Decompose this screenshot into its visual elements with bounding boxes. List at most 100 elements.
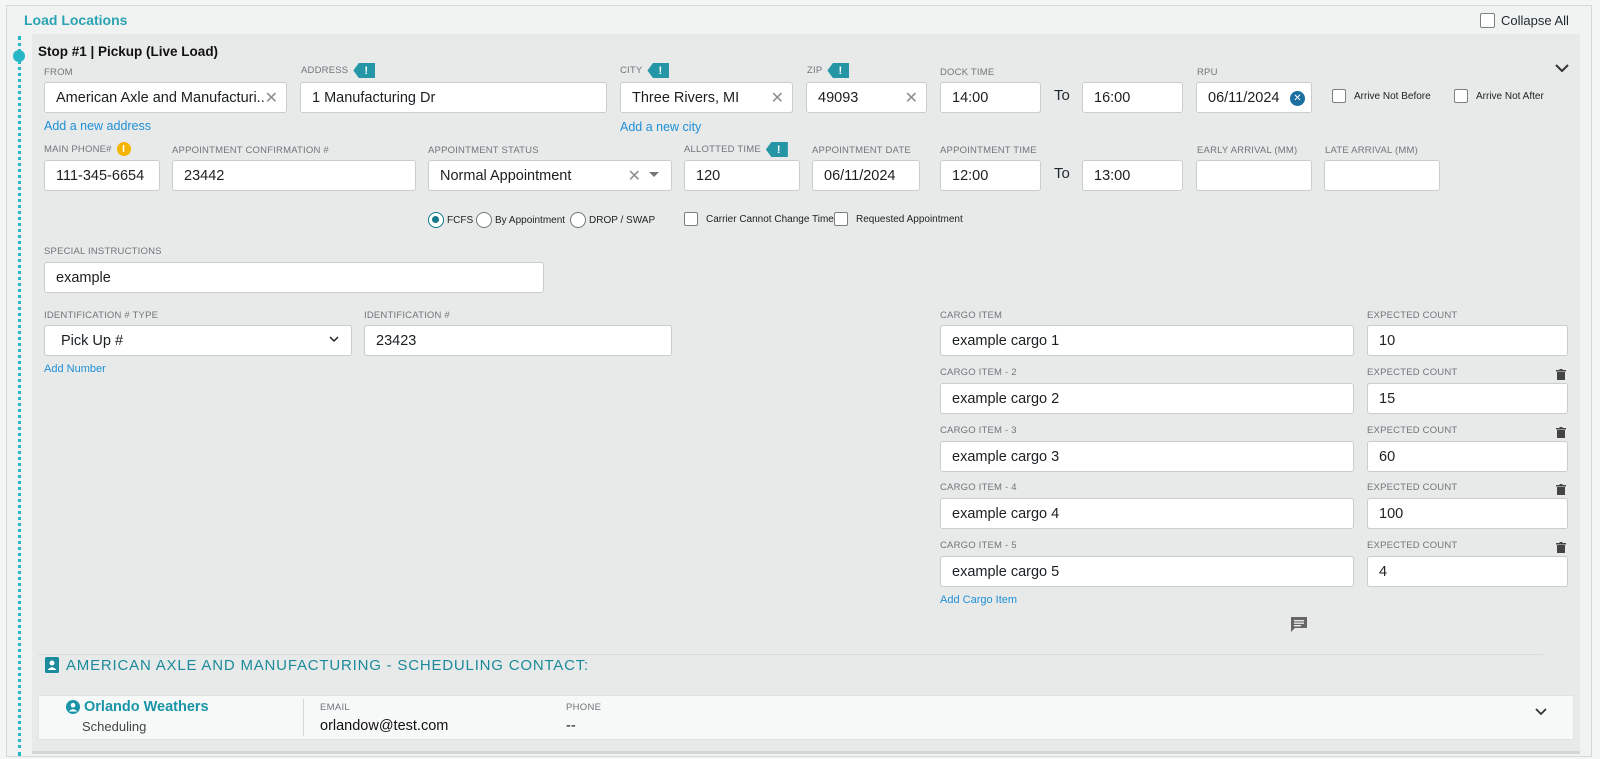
contact-card <box>38 695 1574 740</box>
trash-icon[interactable] <box>1556 369 1566 380</box>
allotted-time-field[interactable]: 120 <box>684 160 800 191</box>
section-title: Load Locations <box>24 12 128 28</box>
arrive-not-after-checkbox[interactable] <box>1454 89 1468 103</box>
email-label: EMAIL <box>320 702 351 713</box>
city-field[interactable]: Three Rivers, MI ✕ <box>620 82 793 113</box>
appt-status-select[interactable]: Normal Appointment ✕ <box>428 160 672 191</box>
early-arrival-field[interactable] <box>1196 160 1312 191</box>
appt-date-field[interactable]: 06/11/2024 <box>812 160 920 191</box>
appt-date-label: APPOINTMENT DATE <box>812 145 911 156</box>
from-label: FROM <box>44 67 73 78</box>
collapse-all-label: Collapse All <box>1501 13 1569 28</box>
requested-appointment-option[interactable]: Requested Appointment <box>834 212 963 226</box>
rpu-label: RPU <box>1197 67 1218 78</box>
exclamation-flag-icon: ! <box>827 63 850 78</box>
appt-time-to-label: To <box>1054 165 1070 182</box>
appt-time-from-field[interactable]: 12:00 <box>940 160 1041 191</box>
trash-icon[interactable] <box>1556 484 1566 495</box>
card-divider <box>303 699 304 736</box>
section-divider <box>38 654 1543 655</box>
identification-type-select[interactable]: Pick Up # <box>44 325 352 356</box>
info-icon[interactable]: i <box>116 142 131 156</box>
arrive-not-before-checkbox[interactable] <box>1332 89 1346 103</box>
contact-book-icon <box>45 657 59 673</box>
appt-status-label: APPOINTMENT STATUS <box>428 145 539 156</box>
exclamation-flag-icon: ! <box>765 142 788 157</box>
from-field[interactable]: American Axle and Manufacturi.. ✕ <box>44 82 287 113</box>
late-arrival-field[interactable] <box>1324 160 1440 191</box>
exclamation-flag-icon: ! <box>647 63 670 78</box>
carrier-cannot-change-option[interactable]: Carrier Cannot Change Time <box>684 212 834 226</box>
contact-header: AMERICAN AXLE AND MANUFACTURING - SCHEDU… <box>44 656 589 674</box>
contact-email: orlandow@test.com <box>320 718 449 734</box>
close-icon[interactable]: ✕ <box>1290 91 1305 106</box>
contact-name[interactable]: Orlando Weathers <box>66 699 209 715</box>
expected-count-field[interactable]: 15 <box>1367 383 1568 414</box>
radio-drop-swap[interactable] <box>570 212 586 228</box>
close-icon[interactable]: ✕ <box>628 166 641 186</box>
cargo-item-field[interactable]: example cargo 3 <box>940 441 1354 472</box>
carrier-cannot-change-checkbox[interactable] <box>684 212 698 226</box>
cargo-item-label: CARGO ITEM - 3 <box>940 425 1017 436</box>
cargo-item-label: CARGO ITEM - 2 <box>940 367 1017 378</box>
expected-count-field[interactable]: 10 <box>1367 325 1568 356</box>
collapse-all-toggle[interactable]: Collapse All <box>1480 13 1569 28</box>
special-instructions-field[interactable]: example <box>44 262 544 293</box>
arrive-not-after-option[interactable]: Arrive Not After <box>1454 89 1544 103</box>
exclamation-flag-icon: ! <box>353 63 376 78</box>
cargo-item-label: CARGO ITEM - 4 <box>940 482 1017 493</box>
expected-count-label: EXPECTED COUNT <box>1367 540 1458 551</box>
expected-count-field[interactable]: 100 <box>1367 498 1568 529</box>
close-icon[interactable]: ✕ <box>265 88 278 108</box>
main-phone-field[interactable]: 111-345-6654 <box>44 160 160 191</box>
requested-appointment-checkbox[interactable] <box>834 212 848 226</box>
phone-label: PHONE <box>566 702 602 713</box>
zip-field[interactable]: 49093 ✕ <box>806 82 927 113</box>
trash-icon[interactable] <box>1556 542 1566 553</box>
address-field[interactable]: 1 Manufacturing Dr <box>300 82 607 113</box>
cargo-item-label: CARGO ITEM - 5 <box>940 540 1017 551</box>
collapse-all-checkbox[interactable] <box>1480 13 1495 28</box>
expected-count-field[interactable]: 60 <box>1367 441 1568 472</box>
close-icon[interactable]: ✕ <box>905 88 918 108</box>
special-instructions-label: SPECIAL INSTRUCTIONS <box>44 246 162 257</box>
arrive-not-before-label: Arrive Not Before <box>1354 90 1431 102</box>
cargo-item-field[interactable]: example cargo 4 <box>940 498 1354 529</box>
dock-time-to-field[interactable]: 16:00 <box>1082 82 1183 113</box>
expected-count-label: EXPECTED COUNT <box>1367 367 1458 378</box>
cargo-item-field[interactable]: example cargo 1 <box>940 325 1354 356</box>
appt-conf-label: APPOINTMENT CONFIRMATION # <box>172 145 329 156</box>
requested-appointment-label: Requested Appointment <box>856 213 963 225</box>
add-address-link[interactable]: Add a new address <box>44 119 151 133</box>
expected-count-field[interactable]: 4 <box>1367 556 1568 587</box>
address-label: ADDRESS! <box>301 63 376 78</box>
close-icon[interactable]: ✕ <box>771 88 784 108</box>
arrive-not-before-option[interactable]: Arrive Not Before <box>1332 89 1431 103</box>
appt-time-label: APPOINTMENT TIME <box>940 145 1037 156</box>
appt-time-to-field[interactable]: 13:00 <box>1082 160 1183 191</box>
dock-time-to-label: To <box>1054 87 1070 104</box>
chevron-down-icon[interactable] <box>1552 60 1572 76</box>
appt-type-drop-swap[interactable]: DROP / SWAP <box>570 212 655 228</box>
add-city-link[interactable]: Add a new city <box>620 120 701 134</box>
message-icon[interactable] <box>1290 616 1308 633</box>
identification-number-field[interactable]: 23423 <box>364 325 672 356</box>
appt-type-by-appointment[interactable]: By Appointment <box>476 212 565 228</box>
appt-conf-field[interactable]: 23442 <box>172 160 416 191</box>
cargo-item-field[interactable]: example cargo 2 <box>940 383 1354 414</box>
cargo-item-field[interactable]: example cargo 5 <box>940 556 1354 587</box>
dock-time-from-field[interactable]: 14:00 <box>940 82 1041 113</box>
appt-type-fcfs[interactable]: FCFS <box>428 212 473 228</box>
early-arrival-label: EARLY ARRIVAL (MM) <box>1197 145 1298 156</box>
contact-header-label: AMERICAN AXLE AND MANUFACTURING - SCHEDU… <box>66 656 590 674</box>
expected-count-label: EXPECTED COUNT <box>1367 310 1458 321</box>
cargo-item-label: CARGO ITEM <box>940 310 1003 321</box>
expected-count-label: EXPECTED COUNT <box>1367 482 1458 493</box>
radio-by-appointment[interactable] <box>476 212 492 228</box>
chevron-down-icon[interactable] <box>1534 706 1548 718</box>
radio-fcfs[interactable] <box>428 212 444 228</box>
add-number-link[interactable]: Add Number <box>44 363 106 375</box>
rpu-field[interactable]: 06/11/2024 ✕ <box>1196 82 1312 113</box>
trash-icon[interactable] <box>1556 427 1566 438</box>
add-cargo-item-link[interactable]: Add Cargo Item <box>940 594 1017 606</box>
